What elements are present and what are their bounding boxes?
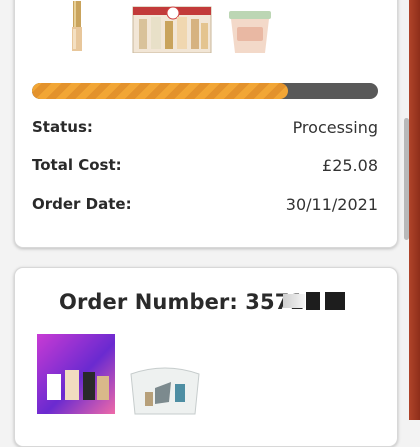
total-cost-row: Total Cost: £25.08 [32,156,378,178]
total-cost-label: Total Cost: [32,156,122,174]
status-row: Status: Processing [32,118,378,140]
status-label: Status: [32,118,93,136]
order-progress-bar [32,83,378,99]
order-card: Order Number: 3571 [14,267,398,447]
order-number-title: Order Number: 3571 [59,290,305,314]
makeup-palette-icon[interactable] [37,334,115,414]
order-date-row: Order Date: 30/11/2021 [32,195,378,217]
redaction-mark [325,292,345,310]
mascara-wand-icon[interactable] [65,1,89,51]
side-accent-bar [409,0,420,420]
status-value: Processing [292,118,378,137]
order-card: Status: Processing Total Cost: £25.08 Or… [14,0,398,248]
cosmetic-bag-icon[interactable] [125,358,205,418]
order-date-value: 30/11/2021 [285,195,378,214]
redaction-blur [283,294,305,308]
redaction-mark [306,292,320,310]
cream-jar-icon[interactable] [225,11,275,53]
gift-set-icon[interactable] [129,1,215,53]
order-date-label: Order Date: [32,195,132,213]
scrollbar-thumb[interactable] [404,118,409,240]
order-progress-fill [32,83,289,99]
total-cost-value: £25.08 [322,156,378,175]
